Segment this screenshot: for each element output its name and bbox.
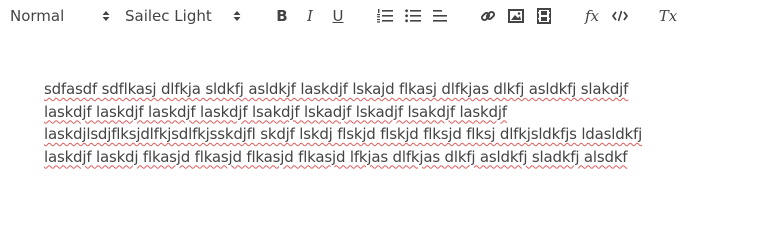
italic-button[interactable]: I	[298, 4, 322, 28]
bold-icon: B	[276, 7, 288, 25]
bullet-list-icon	[405, 9, 421, 23]
bullet-list-button[interactable]	[401, 4, 425, 28]
bold-button[interactable]: B	[270, 4, 294, 28]
header-format-select[interactable]: Normal	[10, 5, 112, 27]
ordered-list-icon	[377, 9, 393, 23]
italic-icon: I	[307, 7, 313, 25]
select-arrows-icon	[233, 7, 241, 25]
clear-format-icon: Tx	[658, 7, 678, 25]
video-button[interactable]	[532, 4, 556, 28]
image-icon	[508, 9, 524, 23]
formula-button[interactable]: fx	[580, 4, 604, 28]
video-icon	[537, 8, 551, 24]
editor-paragraph: sdfasdf sdflkasj dlfkja sldkfj asldkjf l…	[44, 80, 643, 166]
code-icon	[612, 10, 628, 22]
underline-icon: U	[332, 7, 344, 25]
code-button[interactable]	[608, 4, 632, 28]
select-arrows-icon	[102, 7, 110, 25]
ordered-list-button[interactable]	[373, 4, 397, 28]
formula-icon: fx	[584, 7, 599, 25]
underline-button[interactable]: U	[326, 4, 350, 28]
align-icon	[433, 9, 447, 23]
link-button[interactable]	[476, 4, 500, 28]
image-button[interactable]	[504, 4, 528, 28]
font-family-select[interactable]: Sailec Light	[125, 5, 243, 27]
link-icon	[480, 8, 496, 24]
align-button[interactable]	[428, 4, 452, 28]
editor-content[interactable]: sdfasdf sdflkasj dlfkja sldkfj asldkjf l…	[44, 78, 764, 168]
font-family-select-value: Sailec Light	[125, 7, 212, 25]
header-format-select-value: Normal	[10, 7, 65, 25]
clear-format-button[interactable]: Tx	[656, 4, 680, 28]
editor-toolbar: Normal Sailec Light B I U fx Tx	[0, 0, 782, 32]
